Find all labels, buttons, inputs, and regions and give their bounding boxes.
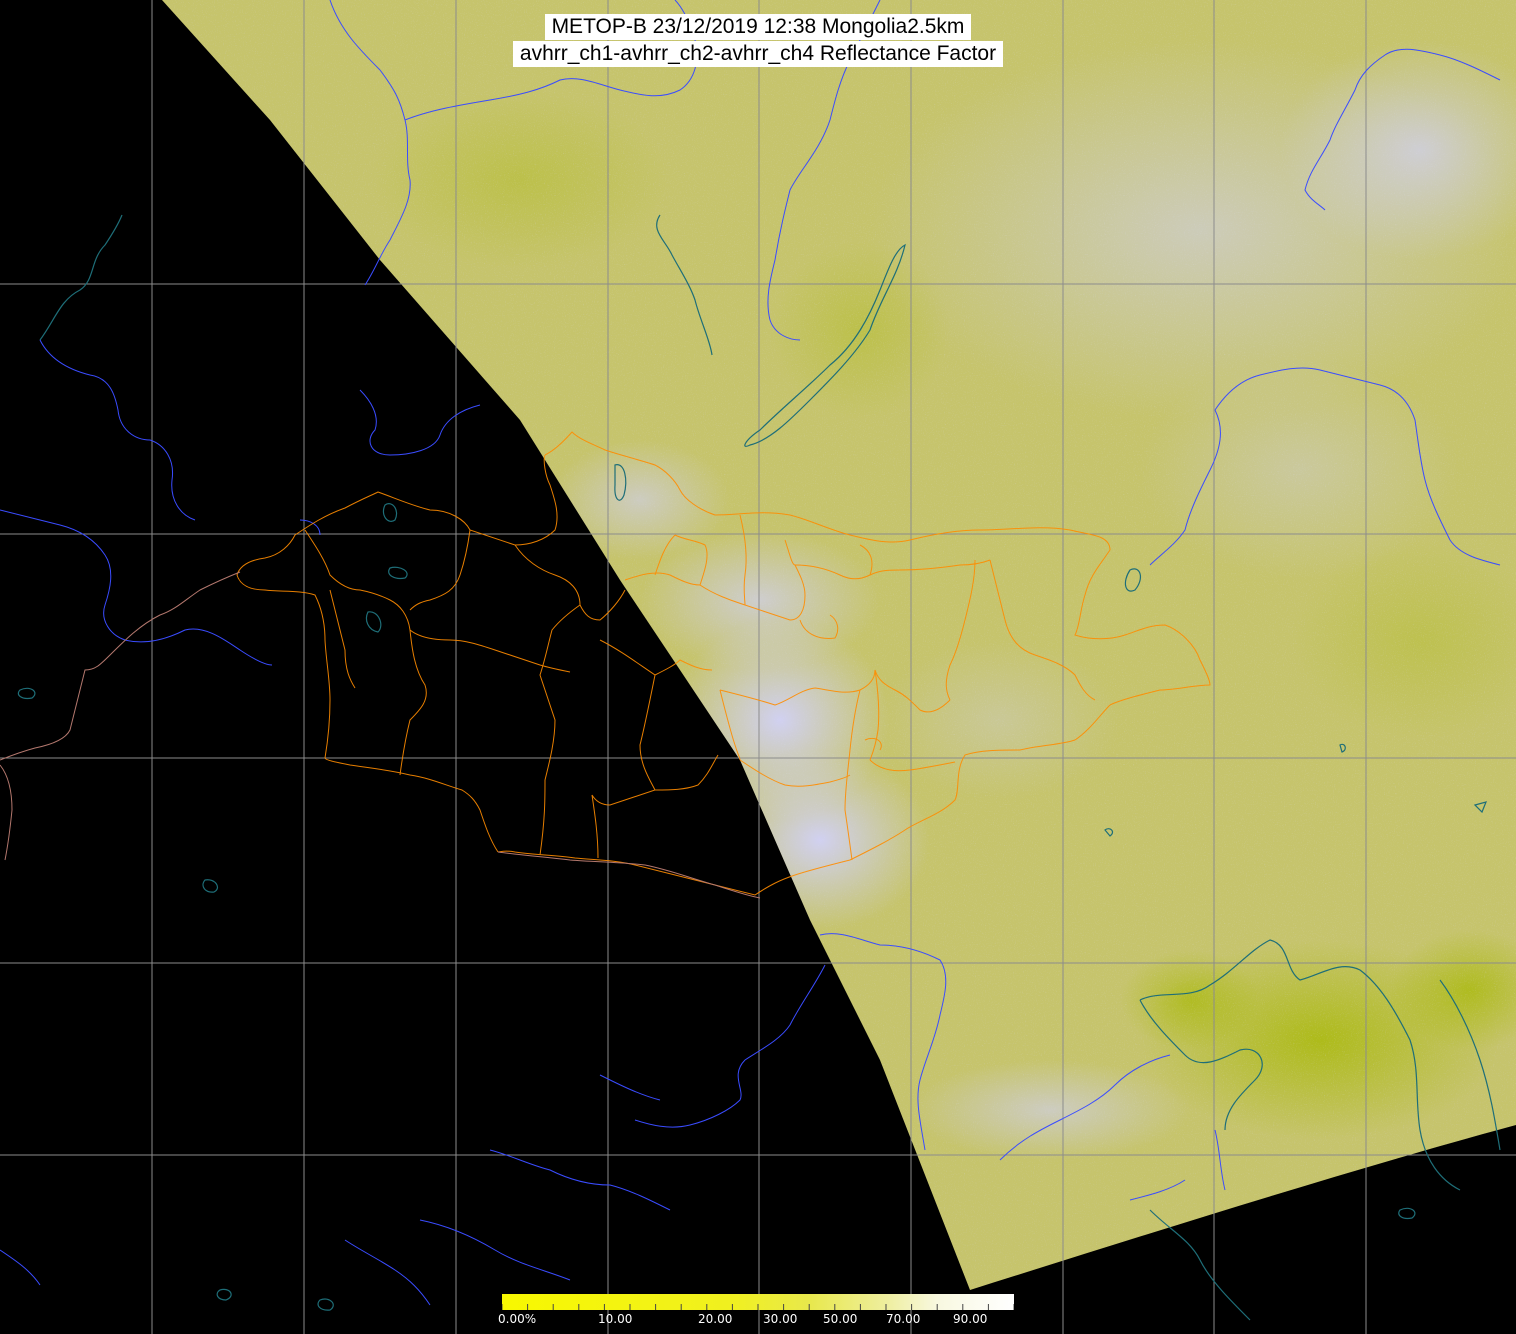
province-border (409, 529, 471, 611)
province-border (304, 529, 411, 631)
country-border (236, 454, 558, 759)
colorbar-tick-label: 30.00 (763, 1312, 798, 1326)
river (0, 509, 273, 666)
border-line (0, 571, 241, 761)
satellite-map (0, 0, 1516, 1334)
country-border (324, 757, 499, 853)
colorbar-tick-label: 70.00 (886, 1312, 921, 1326)
province-border (539, 604, 581, 856)
river (419, 1219, 571, 1281)
colorbar (502, 1294, 1014, 1310)
province-border (409, 629, 571, 673)
colorbar-tick-label: 50.00 (823, 1312, 858, 1326)
colorbar-tick-label: 90.00 (953, 1312, 988, 1326)
river (634, 964, 826, 1128)
lake-small (388, 566, 408, 580)
lake-small (365, 611, 382, 633)
border-line (497, 851, 761, 899)
colorbar-tick-label: 10.00 (598, 1312, 633, 1326)
province-border (329, 589, 356, 689)
river (489, 1149, 671, 1211)
colorbar-tick-label: 0.00% (498, 1312, 537, 1326)
satellite-swath (162, 0, 1516, 1290)
lake-small (382, 503, 398, 522)
lake-small (202, 879, 218, 893)
river (344, 1239, 431, 1306)
river (299, 519, 321, 536)
river (39, 339, 196, 521)
river (599, 1074, 661, 1101)
border-west (39, 214, 123, 341)
colorbar-ticks (502, 1304, 1014, 1310)
colorbar-tick-label: 20.00 (698, 1312, 733, 1326)
province-border (591, 639, 656, 859)
swath-noise (162, 0, 1516, 1290)
river (359, 389, 481, 456)
lake-small (1398, 1207, 1416, 1220)
lake-small (317, 1298, 334, 1311)
border-line (0, 764, 13, 861)
province-border (399, 629, 427, 776)
lake-small (17, 687, 36, 700)
river (0, 1249, 41, 1286)
lake-small (216, 1288, 232, 1301)
province-border (654, 754, 719, 791)
